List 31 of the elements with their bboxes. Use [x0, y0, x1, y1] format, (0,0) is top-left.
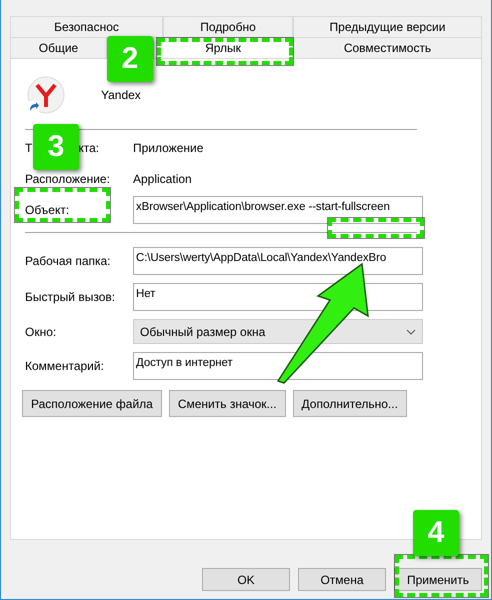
target-field[interactable]: xBrowser\Application\browser.exe --start-fullscreen — [133, 196, 423, 224]
field-label: Расположение: — [25, 172, 110, 186]
field-value: Приложение — [133, 140, 204, 154]
tab[interactable]: Общие — [10, 37, 107, 58]
field-label: кта: — [78, 140, 100, 154]
tab[interactable]: Безопаснос — [10, 16, 163, 37]
field-label: Комментарий: — [25, 359, 105, 373]
step-badge: 3 — [33, 124, 79, 170]
input-field[interactable]: Доступ в интернет — [133, 352, 423, 380]
action-button[interactable]: Расположение файла — [22, 390, 162, 417]
step-badge: 4 — [413, 510, 459, 556]
action-button[interactable]: Дополнительно... — [292, 390, 407, 417]
field-label: Т — [25, 140, 32, 154]
dialog-button[interactable]: Применить — [394, 568, 482, 591]
tab[interactable]: Подробно — [163, 16, 293, 37]
field-label: Рабочая папка: — [25, 254, 112, 268]
app-icon — [25, 75, 65, 115]
chevron-icon — [406, 328, 416, 334]
tab[interactable]: Предыдущие версии — [293, 16, 482, 37]
app-name: Yandex — [101, 88, 141, 102]
field-label: Объект: — [25, 203, 70, 217]
input-field[interactable]: C:\Users\werty\AppData\Local\Yandex\YandexBro — [133, 247, 423, 275]
window-dropdown[interactable]: Обычный размер окна — [133, 319, 423, 344]
field-value: Application — [133, 172, 192, 186]
tab[interactable]: Совместимость — [293, 37, 482, 58]
dialog-button[interactable]: Отмена — [298, 568, 386, 591]
dialog-button[interactable]: OK — [202, 568, 290, 591]
action-button[interactable]: Сменить значок... — [168, 390, 286, 417]
step-badge: 2 — [107, 36, 153, 82]
field-label: Окно: — [25, 324, 58, 338]
field-label: Быстрый вызов: — [25, 290, 116, 304]
